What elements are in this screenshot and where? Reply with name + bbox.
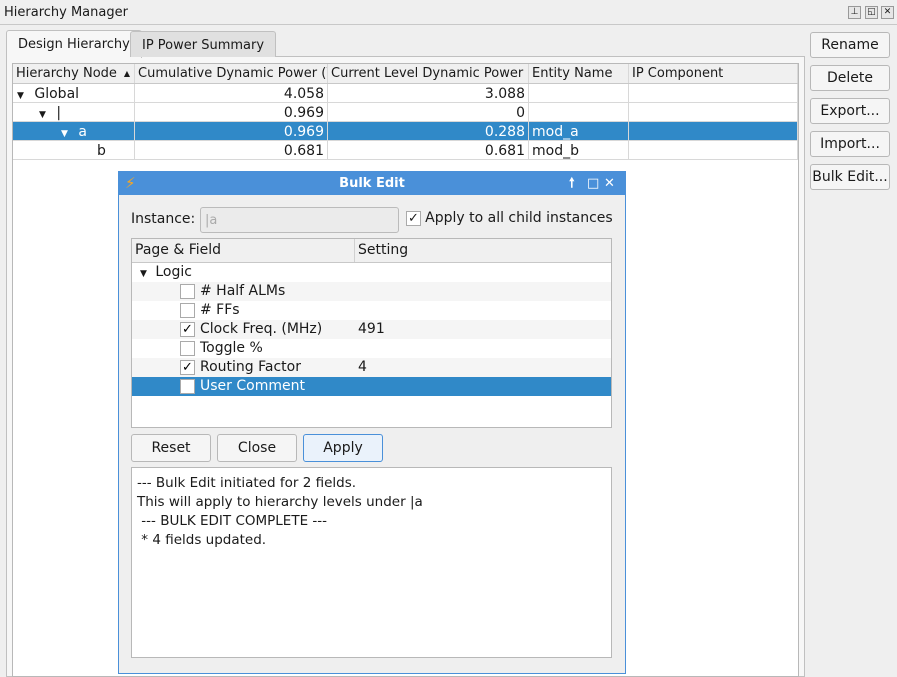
title-bar: Hierarchy Manager ⊥ ◱ ✕ xyxy=(0,0,897,25)
expand-arrow-icon[interactable]: ▼ xyxy=(17,91,24,101)
pin-icon[interactable]: 🠕 xyxy=(569,172,575,195)
current-power-cell: 0.681 xyxy=(328,141,529,159)
export-button[interactable]: Export... xyxy=(810,98,890,124)
ip-component-cell xyxy=(629,141,798,159)
column-header-setting[interactable]: Setting xyxy=(358,239,408,261)
cumulative-power-cell: 0.969 xyxy=(135,122,328,140)
column-header-node[interactable]: Hierarchy Node ▲ xyxy=(13,64,135,83)
instance-field[interactable] xyxy=(200,207,399,233)
ip-component-cell xyxy=(629,84,798,102)
field-tree: Page & Field Setting ▼ Logic # Half ALMs… xyxy=(131,238,612,428)
close-icon[interactable]: ✕ xyxy=(604,172,615,195)
field-label: # FFs xyxy=(200,302,240,318)
field-row[interactable]: ✓ Routing Factor 4 xyxy=(132,358,611,377)
field-row[interactable]: ✓ Clock Freq. (MHz) 491 xyxy=(132,320,611,339)
close-icon[interactable]: ✕ xyxy=(881,6,894,19)
field-checkbox[interactable] xyxy=(180,303,195,318)
field-row[interactable]: # FFs xyxy=(132,301,611,320)
log-output[interactable]: --- Bulk Edit initiated for 2 fields. Th… xyxy=(131,467,612,658)
table-row[interactable]: b 0.681 0.681 mod_b xyxy=(13,141,798,160)
table-row[interactable]: ▼ Global 4.058 3.088 xyxy=(13,84,798,103)
column-header-entity[interactable]: Entity Name xyxy=(529,64,629,83)
import-button[interactable]: Import... xyxy=(810,131,890,157)
node-label: | xyxy=(56,105,62,121)
delete-button[interactable]: Delete xyxy=(810,65,890,91)
cumulative-power-cell: 0.681 xyxy=(135,141,328,159)
tree-group-logic[interactable]: ▼ Logic xyxy=(132,263,611,282)
field-checkbox[interactable]: ✓ xyxy=(180,322,195,337)
current-power-cell: 0 xyxy=(328,103,529,121)
apply-all-label: Apply to all child instances xyxy=(425,210,613,226)
entity-cell: mod_a xyxy=(529,122,629,140)
column-header-current[interactable]: Current Level Dynamic Power (W) xyxy=(328,64,529,83)
entity-cell xyxy=(529,103,629,121)
rename-button[interactable]: Rename xyxy=(810,32,890,58)
column-header-field[interactable]: Page & Field xyxy=(132,239,355,262)
expand-arrow-icon[interactable]: ▼ xyxy=(39,110,46,120)
tree-header: Page & Field Setting xyxy=(132,239,611,263)
bulk-edit-dialog: ⚡ Bulk Edit 🠕 □ ✕ Instance: ✓ Apply to a… xyxy=(118,171,626,674)
node-cell: ▼ a xyxy=(13,122,135,140)
reset-button[interactable]: Reset xyxy=(131,434,211,462)
field-checkbox[interactable] xyxy=(180,284,195,299)
node-cell: ▼ | xyxy=(13,103,135,121)
group-label: Logic xyxy=(155,264,192,280)
tab-design-hierarchy[interactable]: Design Hierarchy xyxy=(6,30,142,58)
field-row[interactable]: User Comment xyxy=(132,377,611,396)
field-setting[interactable]: 4 xyxy=(358,359,367,375)
node-cell: b xyxy=(13,141,135,159)
expand-arrow-icon[interactable]: ▼ xyxy=(61,129,68,139)
dialog-title: Bulk Edit xyxy=(339,176,405,191)
field-label: User Comment xyxy=(200,378,305,394)
checkbox-check: ✓ xyxy=(406,211,421,226)
bulk-edit-button[interactable]: Bulk Edit... xyxy=(810,164,890,190)
cumulative-power-cell: 0.969 xyxy=(135,103,328,121)
app-logo-icon: ⚡ xyxy=(125,174,136,192)
table-row[interactable]: ▼ a 0.969 0.288 mod_a xyxy=(13,122,798,141)
ip-component-cell xyxy=(629,103,798,121)
field-checkbox[interactable]: ✓ xyxy=(180,360,195,375)
field-label: Toggle % xyxy=(200,340,263,356)
column-header-ip[interactable]: IP Component xyxy=(629,64,798,83)
field-label: Clock Freq. (MHz) xyxy=(200,321,323,337)
column-header-cumulative[interactable]: Cumulative Dynamic Power (W) xyxy=(135,64,328,83)
tab-ip-power-summary[interactable]: IP Power Summary xyxy=(130,31,277,57)
current-power-cell: 3.088 xyxy=(328,84,529,102)
current-power-cell: 0.288 xyxy=(328,122,529,140)
window-title: Hierarchy Manager xyxy=(4,5,128,20)
field-row[interactable]: # Half ALMs xyxy=(132,282,611,301)
field-row[interactable]: Toggle % xyxy=(132,339,611,358)
node-cell: ▼ Global xyxy=(13,84,135,102)
entity-cell xyxy=(529,84,629,102)
cumulative-power-cell: 4.058 xyxy=(135,84,328,102)
table-row[interactable]: ▼ | 0.969 0 xyxy=(13,103,798,122)
node-label: a xyxy=(78,124,87,140)
pin-icon[interactable]: ⊥ xyxy=(848,6,861,19)
header-label: Hierarchy Node xyxy=(16,66,117,81)
apply-all-child-checkbox[interactable]: ✓ Apply to all child instances xyxy=(406,210,613,226)
float-icon[interactable]: ◱ xyxy=(865,6,878,19)
entity-cell: mod_b xyxy=(529,141,629,159)
field-checkbox[interactable] xyxy=(180,341,195,356)
maximize-icon[interactable]: □ xyxy=(587,172,599,195)
dialog-title-bar: ⚡ Bulk Edit 🠕 □ ✕ xyxy=(119,172,625,195)
table-header: Hierarchy Node ▲ Cumulative Dynamic Power… xyxy=(13,64,798,84)
field-label: # Half ALMs xyxy=(200,283,286,299)
ip-component-cell xyxy=(629,122,798,140)
node-label: b xyxy=(97,143,106,159)
field-checkbox[interactable] xyxy=(180,379,195,394)
field-label: Routing Factor xyxy=(200,359,301,375)
apply-button[interactable]: Apply xyxy=(303,434,383,462)
field-setting[interactable]: 491 xyxy=(358,321,385,337)
close-button[interactable]: Close xyxy=(217,434,297,462)
expand-arrow-icon[interactable]: ▼ xyxy=(140,269,147,279)
node-label: Global xyxy=(34,86,80,102)
sort-ascending-icon: ▲ xyxy=(123,69,130,78)
instance-label: Instance: xyxy=(131,211,196,227)
